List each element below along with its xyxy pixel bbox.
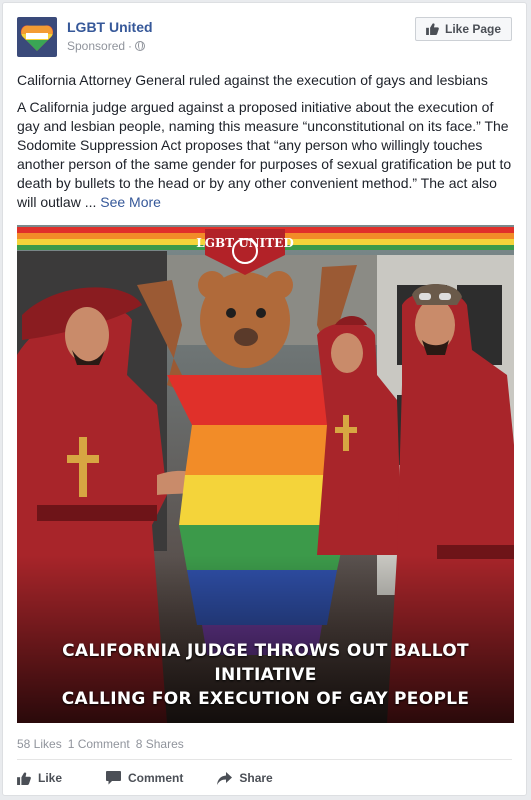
image-caption-line2: CALLING FOR EXECUTION OF GAY PEOPLE [61,689,470,709]
see-more-link[interactable]: See More [100,194,161,210]
like-page-button[interactable]: Like Page [415,17,512,41]
like-button[interactable]: Like [17,771,62,785]
thumbs-up-icon [426,23,439,35]
comment-label: Comment [128,771,184,785]
globe-icon [135,41,146,51]
share-label: Share [239,771,273,785]
image-logo-text: LGBT UNITED [196,236,293,250]
lgbt-united-logo-icon [17,17,57,57]
comment-button[interactable]: Comment [106,771,183,785]
thumbs-up-icon [17,771,31,785]
comments-count[interactable]: 1 Comment [68,737,130,751]
like-label: Like [38,771,63,785]
post-body-text: A California judge argued against a prop… [17,99,512,210]
page-avatar[interactable] [17,17,57,57]
image-caption: CALIFORNIA JUDGE THROWS OUT BALLOT INITI… [17,639,514,711]
sponsored-label[interactable]: Sponsored [67,39,125,53]
comment-bubble-icon [106,771,122,785]
post-headline: California Attorney General ruled agains… [17,72,488,88]
post-body: A California judge argued against a prop… [17,98,516,212]
page-name-link[interactable]: LGBT United [67,19,153,35]
like-page-label: Like Page [444,22,502,36]
shares-count[interactable]: 8 Shares [136,737,184,751]
actions-divider [17,759,512,760]
post-meta: Sponsored · [67,39,146,53]
post-actions: Like Comment Share [17,765,512,791]
post-header: LGBT United Sponsored · Like Page [17,17,512,61]
likes-count[interactable]: 58 Likes [17,737,62,751]
share-arrow-icon [217,771,233,785]
meta-separator: · [128,39,133,53]
post-image[interactable]: LGBT UNITED CALIFORNIA JUDGE THROWS OUT … [17,225,514,723]
sponsored-post-card: LGBT United Sponsored · Like Page Califo… [2,2,527,796]
post-stats: 58 Likes 1 Comment 8 Shares [17,737,184,751]
share-button[interactable]: Share [217,771,273,785]
image-caption-line1: CALIFORNIA JUDGE THROWS OUT BALLOT INITI… [62,641,469,685]
